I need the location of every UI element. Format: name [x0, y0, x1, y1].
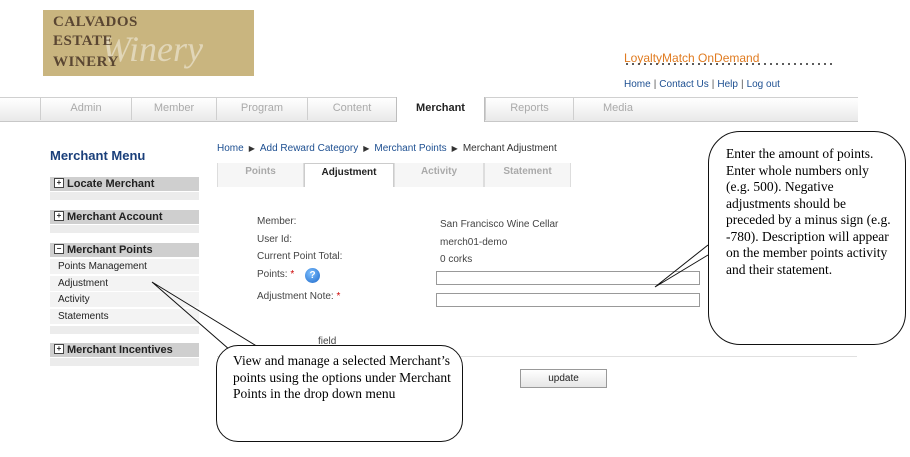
right-callout-pointer — [654, 244, 709, 288]
points-instructions-callout: Enter the amount of points. Enter whole … — [708, 131, 906, 345]
merchant-points-callout: View and manage a selected Merchant’s po… — [216, 345, 463, 442]
